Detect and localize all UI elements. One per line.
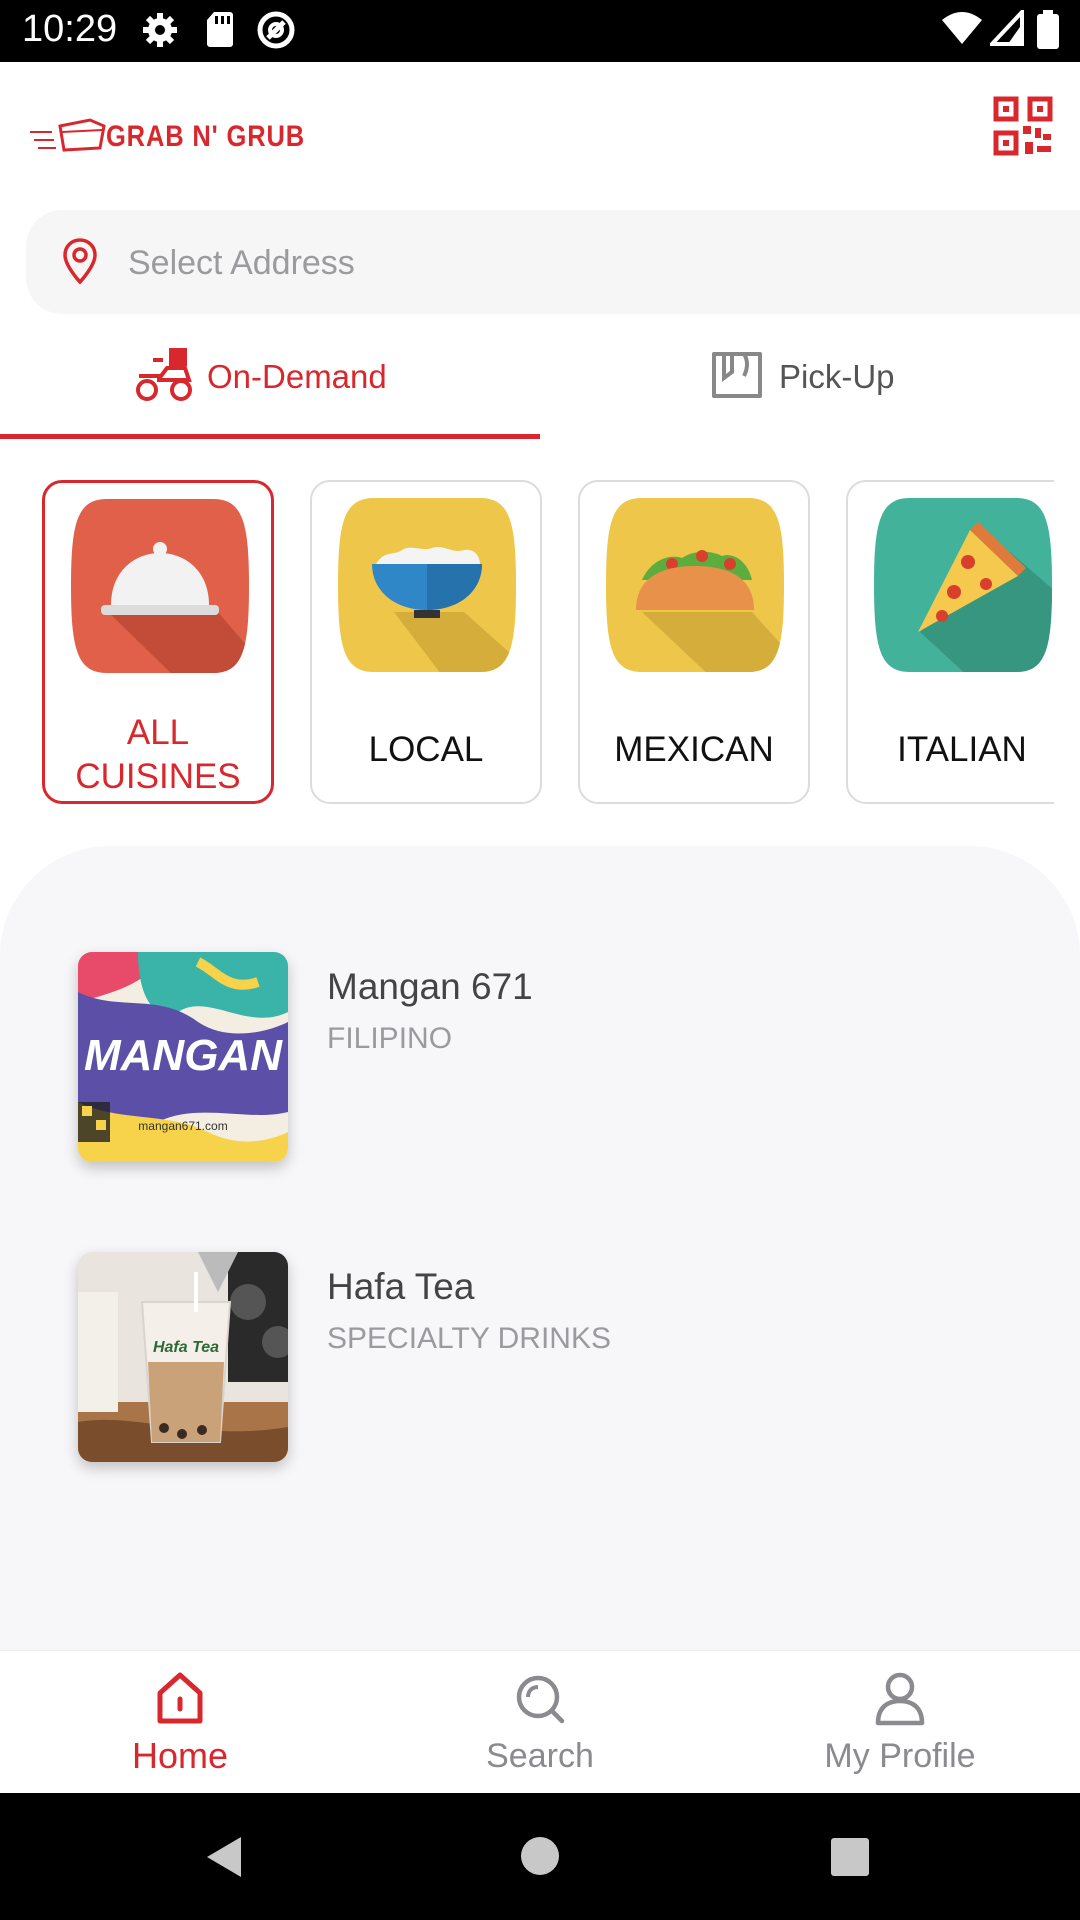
cuisine-card-all[interactable]: ALL CUISINES xyxy=(42,480,274,804)
back-icon[interactable] xyxy=(205,1835,245,1879)
restaurant-name: Hafa Tea xyxy=(327,1266,475,1307)
sync-icon xyxy=(257,11,295,49)
tab-pick-up[interactable]: Pick-Up xyxy=(540,340,1080,440)
battery-icon xyxy=(1037,10,1059,49)
nav-label-home: Home xyxy=(131,1735,229,1776)
cuisine-label-italian: ITALIAN xyxy=(897,730,1027,769)
tab-label-pick-up: Pick-Up xyxy=(779,358,895,395)
cuisine-card-mexican[interactable]: MEXICAN xyxy=(578,480,810,804)
nav-profile[interactable]: My Profile xyxy=(720,1651,1080,1794)
bottom-navigation: Home Search My Profile xyxy=(0,1650,1080,1794)
system-navigation-bar xyxy=(0,1793,1080,1920)
restaurant-category: FILIPINO xyxy=(327,1022,453,1055)
logo-box-icon xyxy=(30,118,106,152)
restaurant-item[interactable]: MANGAN mangan671.com Mangan 671 FILIPINO xyxy=(78,952,978,1162)
profile-icon xyxy=(875,1672,925,1726)
svg-text:mangan671.com: mangan671.com xyxy=(138,1119,227,1133)
pizza-icon xyxy=(874,498,1052,672)
status-bar: 10:29 xyxy=(0,0,1080,62)
cuisine-card-local[interactable]: LOCAL xyxy=(310,480,542,804)
nav-home[interactable]: Home xyxy=(0,1651,360,1794)
signal-icon xyxy=(990,10,1024,46)
home-icon xyxy=(157,1672,203,1724)
home-circle-icon[interactable] xyxy=(520,1836,560,1876)
tab-on-demand[interactable]: On-Demand xyxy=(0,340,540,440)
cuisine-label-all: ALL CUISINES xyxy=(75,713,241,796)
restaurant-list[interactable]: MANGAN mangan671.com Mangan 671 FILIPINO… xyxy=(0,846,1080,1650)
restaurant-item[interactable]: Hafa Tea Hafa Tea SPECIALTY DRINKS xyxy=(78,1252,978,1462)
sd-card-icon xyxy=(207,12,233,47)
settings-icon xyxy=(143,13,177,47)
app-logo: GRAB N' GRUB xyxy=(30,110,304,160)
mangan-logo-image: MANGAN mangan671.com xyxy=(78,952,288,1162)
taco-icon xyxy=(606,498,784,672)
status-time: 10:29 xyxy=(22,8,118,50)
hafa-tea-logo-text: Hafa Tea xyxy=(153,1339,219,1356)
address-placeholder: Select Address xyxy=(128,244,355,282)
qr-code-icon[interactable] xyxy=(993,96,1053,156)
rice-bowl-icon xyxy=(338,498,516,672)
cuisine-carousel[interactable]: ALL CUISINES LOCAL MEXICAN ITALIAN xyxy=(0,476,1054,814)
recents-icon[interactable] xyxy=(830,1837,870,1877)
restaurant-name: Mangan 671 xyxy=(327,966,533,1007)
nav-label-search: Search xyxy=(486,1737,594,1775)
mangan-logo-text: MANGAN xyxy=(84,1031,283,1080)
wifi-icon xyxy=(942,12,982,44)
restaurant-thumbnail: Hafa Tea xyxy=(78,1252,288,1462)
nav-search[interactable]: Search xyxy=(360,1651,720,1794)
restaurant-category: SPECIALTY DRINKS xyxy=(327,1322,611,1355)
cuisine-label-mexican: MEXICAN xyxy=(614,730,774,769)
cuisine-label-local: LOCAL xyxy=(368,730,484,769)
nav-label-profile: My Profile xyxy=(824,1737,976,1775)
address-selector[interactable]: Select Address xyxy=(26,210,1080,314)
cuisine-card-italian[interactable]: ITALIAN xyxy=(846,480,1054,804)
scooter-icon xyxy=(136,348,192,401)
shopping-bag-icon xyxy=(712,352,762,398)
cloche-icon xyxy=(71,499,249,673)
restaurant-thumbnail: MANGAN mangan671.com xyxy=(78,952,288,1162)
location-pin-icon xyxy=(63,238,97,285)
active-tab-indicator xyxy=(0,434,540,439)
hafa-tea-image: Hafa Tea xyxy=(78,1252,288,1462)
search-icon xyxy=(516,1675,565,1724)
logo-text: GRAB N' GRUB xyxy=(106,120,306,153)
tab-label-on-demand: On-Demand xyxy=(207,358,387,395)
